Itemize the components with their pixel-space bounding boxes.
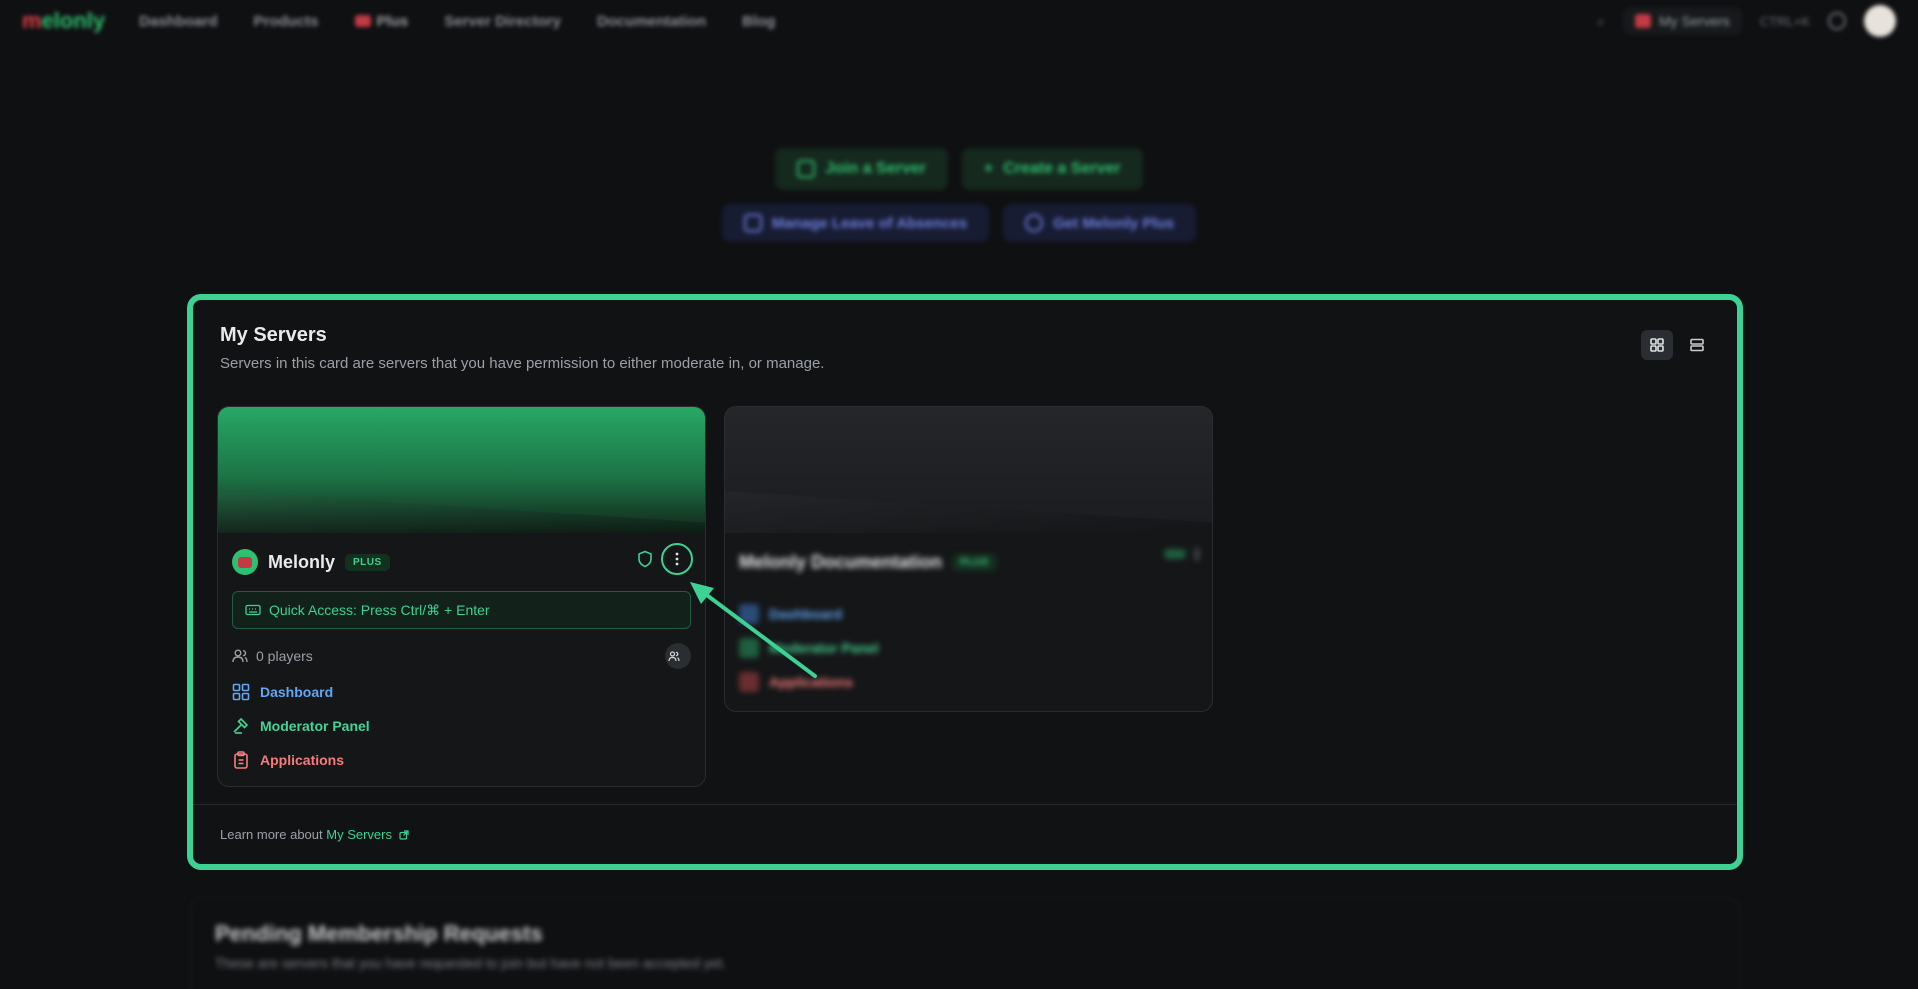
- keyboard-icon: [245, 604, 261, 616]
- server-card-melonly[interactable]: Melonly PLUS Quick Access: Press Ctrl/⌘ …: [217, 406, 706, 787]
- manage-loa-button[interactable]: Manage Leave of Absences: [721, 204, 990, 242]
- applications-link-label: Applications: [260, 752, 345, 768]
- logo[interactable]: melonly: [22, 8, 105, 34]
- users-icon: [232, 649, 248, 663]
- plus-icon: [354, 14, 371, 27]
- footer-prefix: Learn more about: [220, 827, 323, 842]
- server-switcher[interactable]: My Servers: [1622, 7, 1742, 35]
- join-icon: [797, 160, 816, 178]
- player-count: 0 players: [232, 643, 691, 669]
- quick-access-text: Quick Access: Press Ctrl/⌘ + Enter: [269, 601, 490, 618]
- members-button[interactable]: [665, 643, 691, 669]
- clipboard-icon: [739, 672, 759, 692]
- server-switcher-label: My Servers: [1658, 13, 1730, 29]
- footer-link-label: My Servers: [326, 827, 392, 842]
- shield-icon: [638, 550, 652, 568]
- logo-prefix: m: [22, 8, 42, 33]
- my-servers-docs-link[interactable]: My Servers: [326, 827, 409, 842]
- dashboard-link-label: Dashboard: [260, 684, 334, 700]
- create-server-label: Create a Server: [1003, 160, 1121, 177]
- get-plus-label: Get Melonly Plus: [1053, 214, 1175, 232]
- list-icon: [1690, 338, 1704, 352]
- server-card-melonly-documentation[interactable]: Melonly Documentation PLUS Dashboard Mod…: [724, 406, 1213, 712]
- applications-link-label: Applications: [769, 674, 854, 690]
- more-vertical-icon[interactable]: [1194, 547, 1200, 561]
- star-icon: [1025, 214, 1044, 232]
- server-body-blurred: Melonly Documentation PLUS Dashboard Mod…: [725, 533, 1212, 699]
- search-icon[interactable]: ⌕: [1597, 13, 1605, 30]
- calendar-icon: [743, 214, 762, 232]
- grid-icon: [1650, 338, 1664, 352]
- moderator-panel-link[interactable]: Moderator Panel: [232, 709, 691, 743]
- external-link-icon: [399, 830, 409, 840]
- server-links: Dashboard Moderator Panel Applications: [232, 675, 691, 777]
- view-toggle: [1641, 330, 1713, 360]
- top-nav: melonly Dashboard Products Plus Server D…: [0, 0, 1918, 42]
- dashboard-link[interactable]: Dashboard: [232, 675, 691, 709]
- my-servers-card: My Servers Servers in this card are serv…: [187, 294, 1743, 870]
- plus-icon: +: [983, 160, 994, 177]
- moderator-panel-label: Moderator Panel: [769, 640, 879, 656]
- more-vertical-icon: [675, 552, 679, 566]
- card-footer: Learn more about My Servers: [193, 804, 1737, 864]
- applications-link[interactable]: Applications: [232, 743, 691, 777]
- join-server-button[interactable]: Join a Server: [775, 148, 948, 190]
- nav-plus-label: Plus: [376, 12, 409, 30]
- manage-loa-label: Manage Leave of Absences: [771, 214, 968, 232]
- gavel-icon: [233, 717, 249, 734]
- nav-dashboard[interactable]: Dashboard: [139, 13, 217, 30]
- pending-subtitle: These are servers that you have requeste…: [215, 955, 727, 971]
- shortcut-hint: CTRL+K: [1759, 13, 1810, 29]
- status-icon: [1164, 549, 1186, 559]
- logo-text: elonly: [41, 8, 106, 33]
- create-server-button[interactable]: + Create a Server: [961, 148, 1143, 190]
- card-subtitle: Servers in this card are servers that yo…: [220, 355, 825, 372]
- list-view-button[interactable]: [1681, 330, 1713, 360]
- server-name: Melonly: [268, 551, 336, 572]
- get-plus-button[interactable]: Get Melonly Plus: [1003, 204, 1197, 242]
- quick-access-hint[interactable]: Quick Access: Press Ctrl/⌘ + Enter: [232, 591, 691, 629]
- grid-view-button[interactable]: [1641, 330, 1673, 360]
- card-header: My Servers Servers in this card are serv…: [220, 324, 824, 372]
- nav-blog[interactable]: Blog: [742, 13, 775, 30]
- join-server-label: Join a Server: [825, 160, 926, 177]
- action-buttons: Join a Server + Create a Server Manage Le…: [0, 148, 1918, 256]
- nav-plus[interactable]: Plus: [354, 12, 409, 30]
- nav-documentation[interactable]: Documentation: [597, 13, 706, 30]
- user-avatar[interactable]: [1864, 5, 1896, 37]
- pending-requests-card: Pending Membership Requests These are se…: [190, 898, 1740, 989]
- plus-badge: PLUS: [952, 553, 997, 571]
- nav-products[interactable]: Products: [254, 13, 319, 30]
- dashboard-link[interactable]: Dashboard: [739, 597, 1198, 631]
- more-options-button[interactable]: [661, 543, 693, 575]
- applications-link[interactable]: Applications: [739, 665, 1198, 699]
- members-icon: [668, 650, 680, 661]
- moderator-panel-label: Moderator Panel: [260, 718, 370, 734]
- card-title: My Servers: [220, 324, 327, 346]
- server-banner: [725, 407, 1212, 533]
- dashboard-icon: [739, 604, 759, 624]
- dashboard-link-label: Dashboard: [769, 606, 843, 622]
- nav-right: ⌕ My Servers CTRL+K: [1597, 5, 1896, 37]
- notification-icon[interactable]: [1828, 12, 1846, 30]
- pending-title: Pending Membership Requests: [215, 921, 543, 946]
- server-icon: [1634, 14, 1651, 28]
- players-text: 0 players: [256, 648, 313, 664]
- server-avatar: [232, 549, 258, 575]
- dashboard-icon: [232, 683, 250, 701]
- plus-badge: PLUS: [345, 553, 390, 571]
- nav-server-directory[interactable]: Server Directory: [444, 13, 561, 30]
- clipboard-icon: [234, 751, 248, 769]
- server-name: Melonly Documentation: [739, 551, 943, 572]
- moderator-panel-link[interactable]: Moderator Panel: [739, 631, 1198, 665]
- server-banner: [218, 407, 705, 533]
- gavel-icon: [739, 638, 759, 658]
